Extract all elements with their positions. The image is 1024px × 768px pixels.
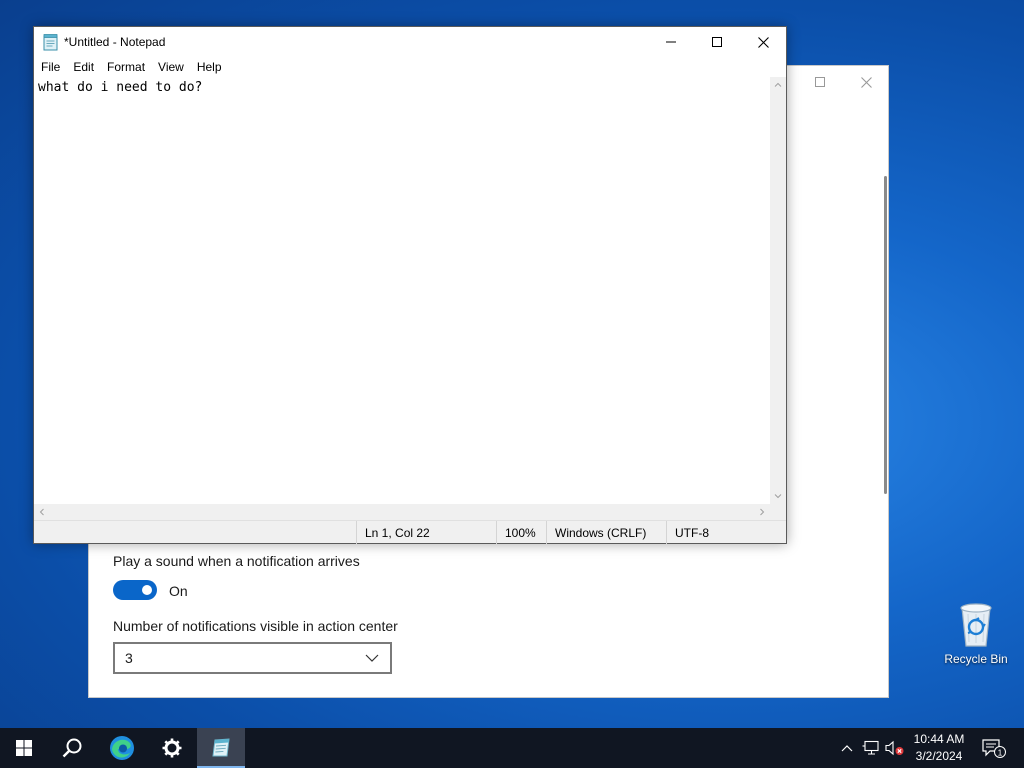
action-center-button[interactable]: 1	[978, 728, 1010, 768]
scroll-left-arrow[interactable]	[34, 504, 50, 520]
chevron-down-icon	[774, 494, 782, 499]
maximize-button[interactable]	[694, 27, 740, 57]
settings-scrollbar[interactable]	[884, 176, 887, 494]
maximize-icon	[815, 77, 825, 87]
settings-close-button[interactable]	[843, 68, 889, 96]
show-hidden-icons-button[interactable]	[836, 728, 858, 768]
clock-time: 10:44 AM	[913, 732, 965, 746]
select-value: 3	[125, 650, 133, 666]
title-bar[interactable]: *Untitled - Notepad	[34, 27, 786, 57]
sound-setting-label: Play a sound when a notification arrives	[113, 553, 360, 569]
minimize-button[interactable]	[648, 27, 694, 57]
status-zoom: 100%	[496, 521, 546, 544]
notepad-icon	[212, 738, 230, 757]
window-title: *Untitled - Notepad	[64, 35, 166, 49]
menu-file[interactable]: File	[34, 57, 66, 77]
notification-icon: 1	[982, 739, 1006, 758]
recycle-bin-icon	[960, 603, 992, 647]
menu-help[interactable]: Help	[190, 57, 228, 77]
settings-taskbar-button[interactable]	[148, 728, 196, 768]
chevron-up-icon	[774, 82, 782, 87]
notification-count-label: Number of notifications visible in actio…	[113, 618, 398, 634]
status-line-ending: Windows (CRLF)	[546, 521, 666, 544]
chevron-right-icon	[760, 508, 765, 516]
start-button[interactable]	[0, 728, 48, 768]
scroll-up-arrow[interactable]	[770, 77, 786, 93]
close-button[interactable]	[740, 27, 786, 57]
notification-count-select[interactable]: 3	[113, 642, 392, 674]
edge-browser-icon	[110, 736, 134, 760]
scroll-down-arrow[interactable]	[770, 488, 786, 504]
notification-count-badge: 1	[998, 747, 1003, 757]
chevron-up-icon	[841, 745, 853, 752]
edge-taskbar-button[interactable]	[98, 728, 146, 768]
windows-logo-icon	[16, 740, 32, 756]
menu-edit[interactable]: Edit	[66, 57, 100, 77]
search-button[interactable]	[48, 728, 96, 768]
minimize-icon	[666, 41, 676, 43]
clock-date: 3/2/2024	[915, 749, 963, 763]
notepad-window[interactable]: *Untitled - Notepad File Edit Format Vie…	[33, 26, 787, 544]
gear-icon	[162, 738, 182, 758]
menu-view[interactable]: View	[151, 57, 190, 77]
toggle-state-label: On	[169, 583, 188, 599]
network-status-button[interactable]	[860, 728, 882, 768]
settings-maximize-button[interactable]	[797, 68, 843, 96]
status-bar: Ln 1, Col 22 100% Windows (CRLF) UTF-8	[34, 520, 786, 544]
scroll-corner	[770, 504, 786, 520]
taskbar: 10:44 AM 3/2/2024 1	[0, 728, 1024, 768]
search-icon	[62, 738, 82, 758]
sound-toggle[interactable]	[113, 580, 157, 600]
horizontal-scrollbar[interactable]	[34, 504, 770, 520]
network-icon	[862, 740, 879, 755]
volume-button[interactable]	[884, 728, 906, 768]
menu-bar: File Edit Format View Help	[34, 57, 786, 77]
maximize-icon	[712, 37, 722, 47]
menu-format[interactable]: Format	[100, 57, 151, 77]
volume-muted-icon	[885, 740, 904, 756]
system-clock[interactable]: 10:44 AM 3/2/2024	[906, 731, 972, 767]
close-icon	[757, 36, 769, 48]
scroll-right-arrow[interactable]	[754, 504, 770, 520]
close-icon	[860, 76, 872, 88]
recycle-bin-label: Recycle Bin	[944, 652, 1008, 666]
recycle-bin-shortcut[interactable]: Recycle Bin	[938, 600, 1014, 674]
vertical-scrollbar[interactable]	[770, 77, 786, 504]
chevron-down-icon	[365, 654, 379, 662]
status-encoding: UTF-8	[666, 521, 786, 544]
notepad-icon	[43, 34, 58, 51]
notepad-taskbar-button[interactable]	[197, 728, 245, 768]
status-cursor-position: Ln 1, Col 22	[356, 521, 496, 544]
chevron-left-icon	[39, 508, 44, 516]
text-editor[interactable]: what do i need to do?	[34, 77, 770, 504]
toggle-knob	[142, 585, 152, 595]
